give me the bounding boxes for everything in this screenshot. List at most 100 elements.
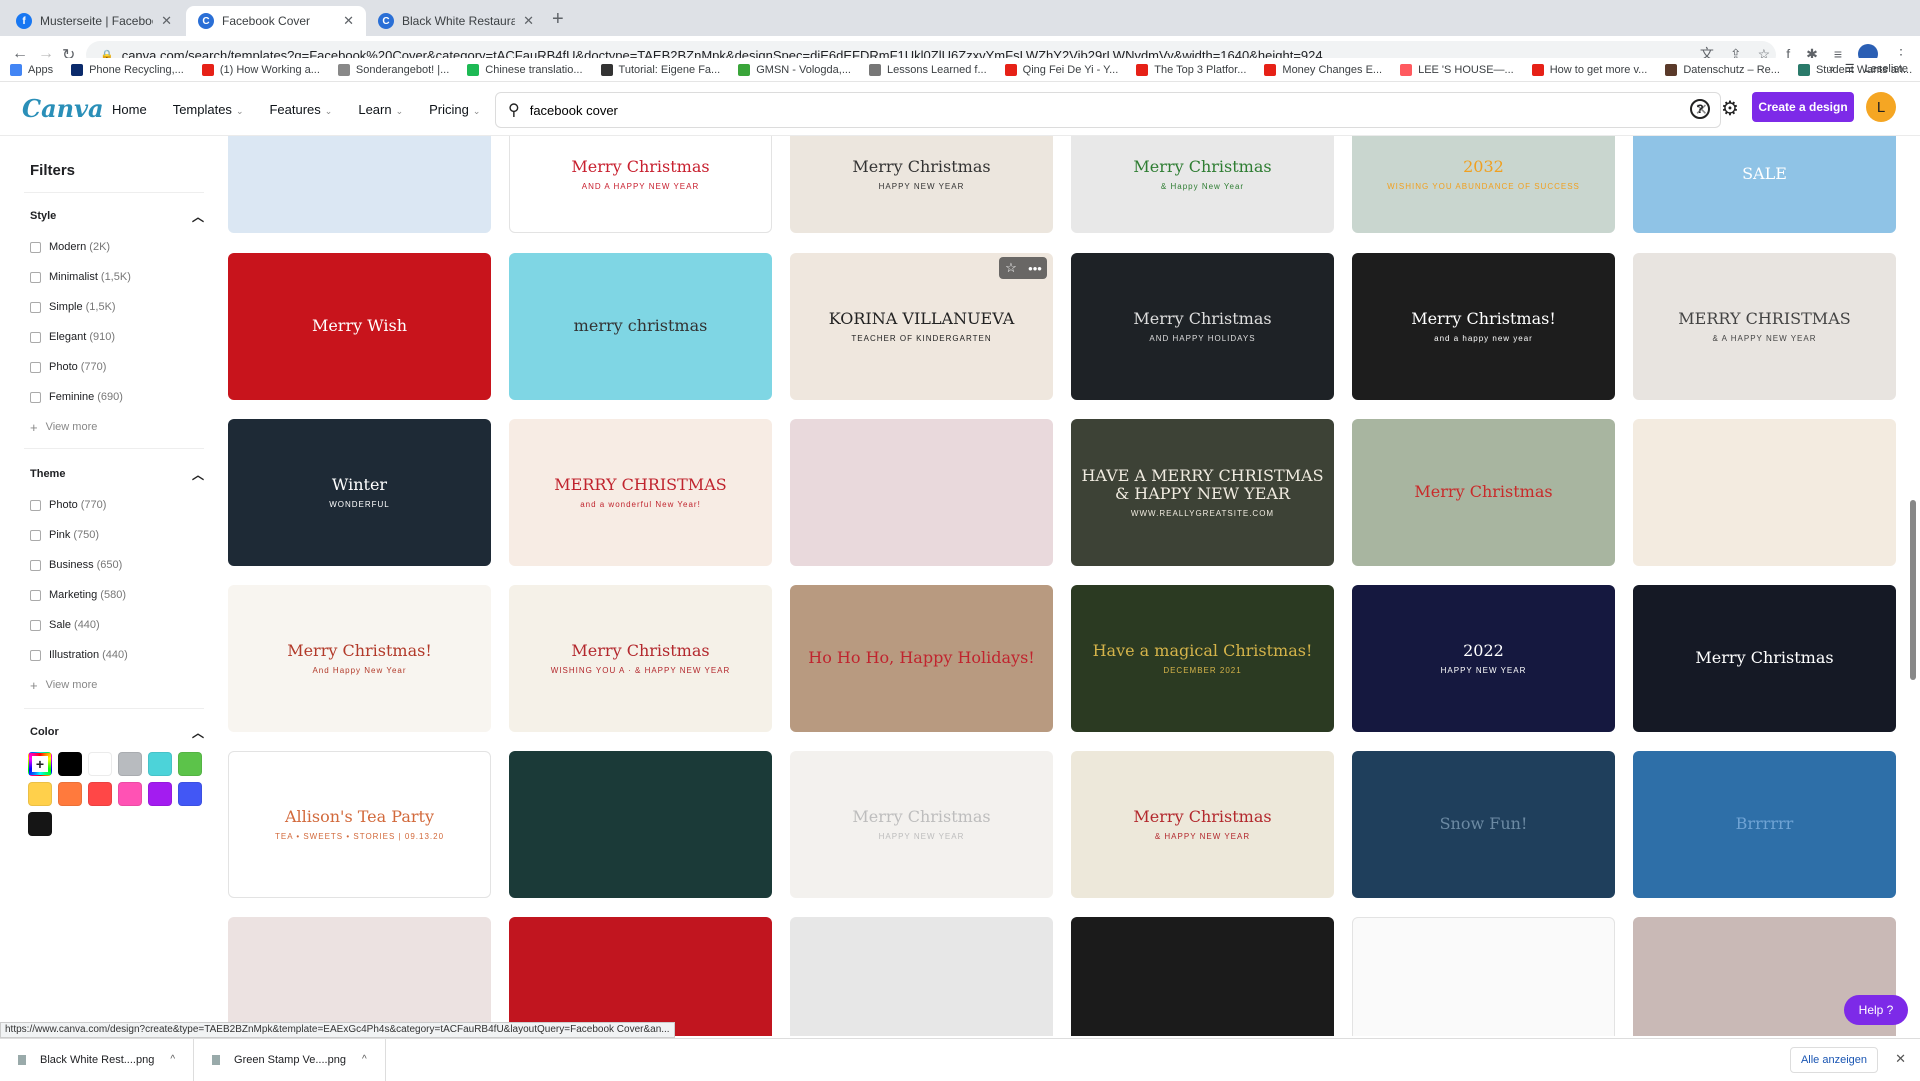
color-swatch[interactable] — [28, 812, 52, 836]
style-filter-option[interactable]: Feminine (690) — [24, 382, 204, 412]
color-swatch[interactable] — [58, 752, 82, 776]
color-swatch[interactable] — [118, 752, 142, 776]
template-card[interactable] — [228, 917, 491, 1036]
nav-templates[interactable]: Templates ⌄ — [173, 102, 244, 117]
template-card[interactable]: Winter WONDERFUL — [228, 419, 491, 566]
bookmark-item[interactable]: Qing Fei De Yi - Y... — [1004, 63, 1118, 76]
reading-list-button[interactable]: Leseliste — [1865, 63, 1908, 75]
style-filter-option[interactable]: Simple (1,5K) — [24, 292, 204, 322]
theme-filter-option[interactable]: Business (650) — [24, 550, 204, 580]
more-options-icon[interactable]: ••• — [1023, 257, 1047, 279]
bookmark-item[interactable]: GMSN - Vologda,... — [738, 63, 851, 76]
template-card[interactable] — [1071, 917, 1334, 1036]
checkbox[interactable] — [30, 499, 41, 511]
bookmark-item[interactable]: Apps — [10, 63, 53, 76]
nav-pricing[interactable]: Pricing ⌄ — [429, 102, 480, 117]
download-item[interactable]: Black White Rest....png ^ — [0, 1038, 195, 1081]
theme-filter-option[interactable]: Photo (770) — [24, 490, 204, 520]
template-card[interactable]: Merry Christmas! and a happy new year — [1352, 253, 1615, 400]
checkbox[interactable] — [30, 331, 41, 343]
style-filter-option[interactable]: Elegant (910) — [24, 322, 204, 352]
checkbox[interactable] — [30, 361, 41, 373]
theme-filter-option[interactable]: Marketing (580) — [24, 580, 204, 610]
custom-color-button[interactable]: + — [28, 752, 52, 776]
show-all-downloads-button[interactable]: Alle anzeigen — [1789, 1047, 1878, 1073]
checkbox[interactable] — [30, 391, 41, 403]
template-card[interactable]: Have a magical Christmas! DECEMBER 2021 — [1071, 585, 1334, 732]
bookmark-item[interactable]: Datenschutz – Re... — [1665, 63, 1780, 76]
color-swatch[interactable] — [178, 782, 202, 806]
checkbox[interactable] — [30, 271, 41, 283]
color-swatch[interactable] — [148, 782, 172, 806]
template-card[interactable]: Merry Christmas — [1633, 585, 1896, 732]
theme-view-more[interactable]: + View more — [24, 670, 204, 700]
theme-section-header[interactable]: Theme ︿ — [24, 464, 204, 484]
style-filter-option[interactable]: Modern (2K) — [24, 232, 204, 262]
nav-home[interactable]: Home — [112, 102, 147, 117]
template-card[interactable]: Merry Christmas HAPPY NEW YEAR — [790, 751, 1053, 898]
template-card[interactable]: Ho Ho Ho, Happy Holidays! — [790, 585, 1053, 732]
template-card[interactable] — [509, 751, 772, 898]
color-swatch[interactable] — [118, 782, 142, 806]
bookmark-item[interactable]: LEE 'S HOUSE—... — [1400, 63, 1514, 76]
template-card[interactable]: Merry Christmas! And Happy New Year — [228, 585, 491, 732]
template-card[interactable] — [790, 419, 1053, 566]
help-icon[interactable]: ? — [1690, 99, 1710, 119]
checkbox[interactable] — [30, 301, 41, 313]
color-section-header[interactable]: Color ︿ — [24, 722, 204, 742]
nav-learn[interactable]: Learn ⌄ — [358, 102, 403, 117]
bookmark-item[interactable]: Tutorial: Eigene Fa... — [600, 63, 720, 76]
bookmark-item[interactable]: Lessons Learned f... — [868, 63, 987, 76]
template-card[interactable]: Merry Christmas WISHING YOU A · & HAPPY N… — [509, 585, 772, 732]
color-swatch[interactable] — [88, 782, 112, 806]
bookmark-item[interactable]: Money Changes E... — [1264, 63, 1382, 76]
bookmark-item[interactable]: (1) How Working a... — [201, 63, 320, 76]
download-item[interactable]: Green Stamp Ve....png ^ — [194, 1038, 386, 1081]
template-card[interactable]: MERRY CHRISTMAS & A HAPPY NEW YEAR — [1633, 253, 1896, 400]
close-tab-icon[interactable]: ✕ — [161, 13, 172, 29]
bookmark-item[interactable]: Chinese translatio... — [467, 63, 583, 76]
gear-icon[interactable]: ⚙ — [1721, 96, 1739, 121]
theme-filter-option[interactable]: Pink (750) — [24, 520, 204, 550]
color-swatch[interactable] — [88, 752, 112, 776]
template-card[interactable] — [228, 136, 491, 233]
template-card[interactable]: Snow Fun! — [1352, 751, 1615, 898]
canva-logo[interactable]: Canva — [22, 94, 104, 123]
template-card[interactable]: Allison's Tea Party TEA • SWEETS • STORIE… — [228, 751, 491, 898]
checkbox[interactable] — [30, 649, 41, 661]
checkbox[interactable] — [30, 619, 41, 631]
theme-filter-option[interactable]: Illustration (440) — [24, 640, 204, 670]
bookmark-item[interactable]: The Top 3 Platfor... — [1136, 63, 1246, 76]
template-card[interactable]: Merry Christmas & HAPPY NEW YEAR — [1071, 751, 1334, 898]
template-card[interactable] — [790, 917, 1053, 1036]
nav-features[interactable]: Features ⌄ — [269, 102, 332, 117]
new-tab-button[interactable]: + — [552, 8, 564, 31]
close-tab-icon[interactable]: ✕ — [523, 13, 534, 29]
bookmark-item[interactable]: How to get more v... — [1531, 63, 1647, 76]
browser-tab-active[interactable]: C Facebook Cover ✕ — [186, 6, 366, 36]
template-card[interactable]: merry christmas — [509, 253, 772, 400]
page-scrollbar[interactable] — [1910, 500, 1916, 680]
template-card[interactable]: Merry Christmas AND HAPPY HOLIDAYS — [1071, 253, 1334, 400]
help-button[interactable]: Help ? — [1844, 995, 1908, 1025]
style-section-header[interactable]: Style ︿ — [24, 206, 204, 226]
close-tab-icon[interactable]: ✕ — [343, 13, 354, 29]
browser-tab[interactable]: f Musterseite | Facebook ✕ — [4, 6, 184, 36]
more-bookmarks-button[interactable]: » — [1829, 63, 1835, 75]
color-swatch[interactable] — [58, 782, 82, 806]
search-input[interactable] — [529, 102, 1695, 118]
template-card[interactable]: KORINA VILLANUEVA TEACHER OF KINDERGARTEN… — [790, 253, 1053, 400]
template-card[interactable]: Merry Christmas AND A HAPPY NEW YEAR — [509, 136, 772, 233]
template-card[interactable]: SALE — [1633, 136, 1896, 233]
template-card[interactable]: HAVE A MERRY CHRISTMAS & HAPPY NEW YEAR W… — [1071, 419, 1334, 566]
template-card[interactable]: 2032 WISHING YOU ABUNDANCE OF SUCCESS — [1352, 136, 1615, 233]
template-card[interactable] — [1352, 917, 1615, 1036]
create-design-button[interactable]: Create a design — [1752, 92, 1854, 122]
bookmark-item[interactable]: Sonderangebot! |... — [337, 63, 449, 76]
template-card[interactable]: Merry Christmas HAPPY NEW YEAR — [790, 136, 1053, 233]
template-card[interactable]: Merry Christmas — [1352, 419, 1615, 566]
color-swatch[interactable] — [178, 752, 202, 776]
color-swatch[interactable] — [28, 782, 52, 806]
browser-tab[interactable]: C Black White Restaurant Typogr... ✕ — [366, 6, 546, 36]
star-icon[interactable]: ☆ — [999, 257, 1023, 279]
